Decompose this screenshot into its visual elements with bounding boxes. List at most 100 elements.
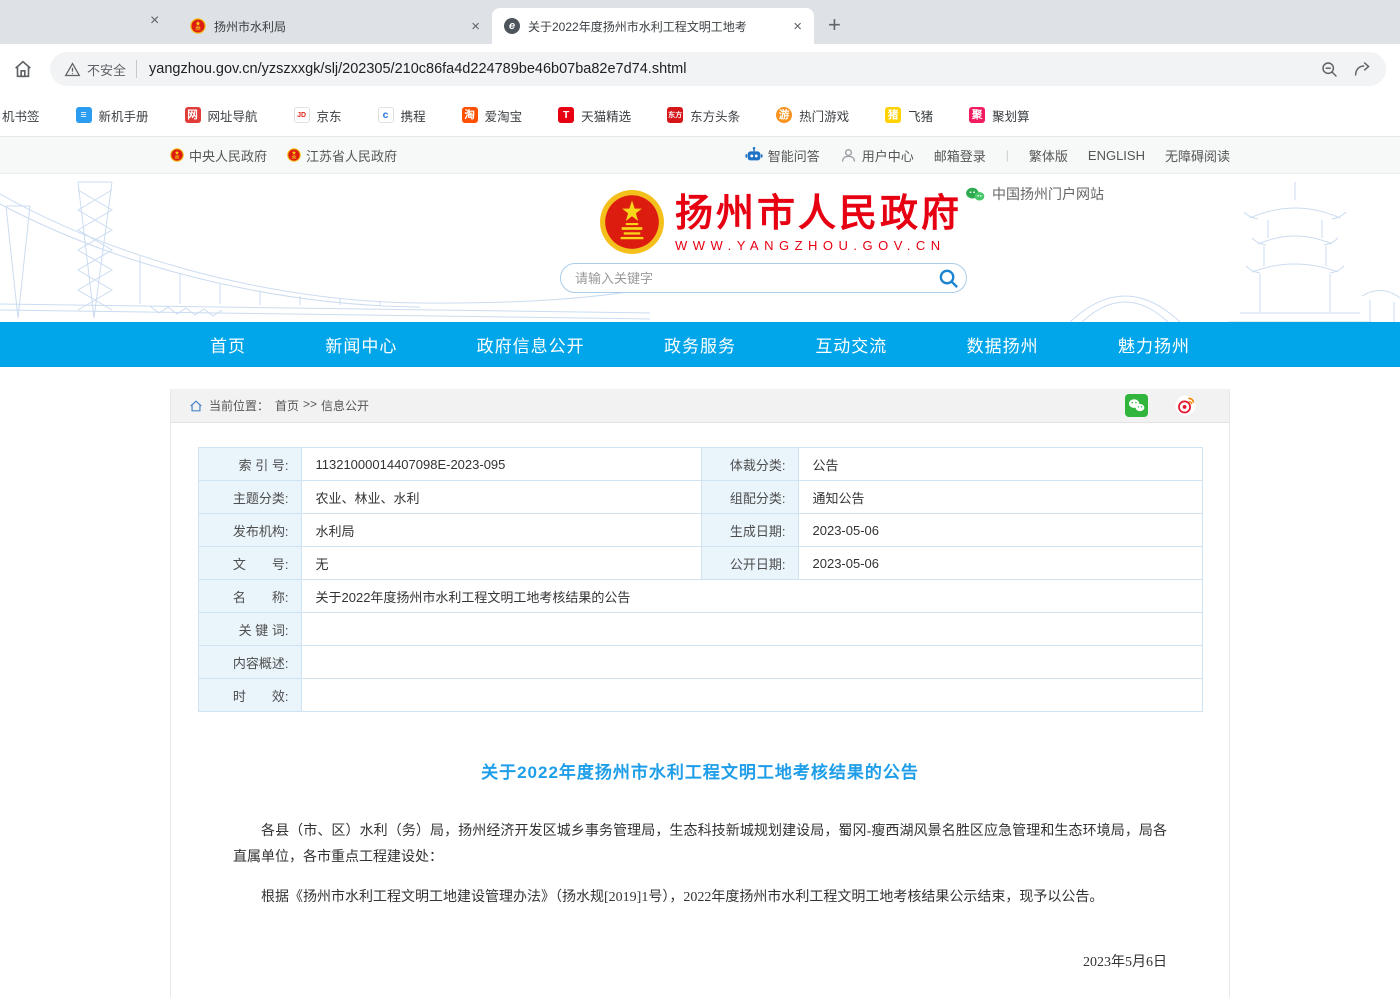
nav-item[interactable]: 政府信息公开 (477, 332, 585, 357)
article-paragraph: 根据《扬州市水利工程文明工地建设管理办法》（扬水规[2019]1号），2022年… (233, 885, 1167, 911)
nav-item[interactable]: 互动交流 (815, 332, 887, 357)
user-icon (840, 147, 857, 164)
site-logo[interactable]: 扬州市人民政府 WWW.YANGZHOU.GOV.CN (599, 189, 962, 255)
not-secure-warning-icon[interactable] (64, 61, 81, 78)
browser-logo-favicon: e (504, 18, 520, 34)
utility-link[interactable]: 邮箱登录 (934, 146, 986, 165)
address-bar: 不安全 yangzhou.gov.cn/yzszxxgk/slj/202305/… (0, 44, 1400, 94)
bookmark-label: 携程 (401, 106, 426, 125)
breadcrumb-links: 首页 >> 信息公开 (275, 397, 369, 414)
tab-title: 关于2022年度扬州市水利工程文明工地考 (528, 18, 783, 35)
tab-strip: × 扬州市水利局 × e 关于2022年度扬州市水利工程文明工地考 × + (0, 0, 1400, 44)
national-emblem-favicon (190, 18, 206, 34)
article-title: 关于2022年度扬州市水利工程文明工地考核结果的公告 (233, 758, 1167, 783)
security-label: 不安全 (87, 60, 126, 79)
nav-item[interactable]: 魅力扬州 (1118, 332, 1190, 357)
utility-link[interactable]: 用户中心 (840, 146, 914, 165)
new-tab-button[interactable]: + (828, 14, 841, 36)
doc-table-body: 索 引 号:11321000014407098E-2023-095体裁分类:公告… (198, 448, 1202, 712)
gov-site-link[interactable]: 中央人民政府 (170, 146, 267, 165)
national-emblem-icon (287, 148, 301, 162)
bookmark-item[interactable]: T天猫精选 (558, 106, 631, 125)
bookmark-label: 京东 (317, 106, 342, 125)
bookmark-item[interactable]: JD京东 (294, 106, 342, 125)
bookmark-favicon: 聚 (969, 107, 985, 123)
doc-field-value: 关于2022年度扬州市水利工程文明工地考核结果的公告 (301, 580, 1202, 613)
portal-tag[interactable]: 中国扬州门户网站 (965, 184, 1104, 204)
table-row: 名 称:关于2022年度扬州市水利工程文明工地考核结果的公告 (198, 580, 1202, 613)
nav-item[interactable]: 数据扬州 (967, 332, 1039, 357)
bookmarks-bar: 机书签 ≡新机手册 网网址导航 JD京东 c携程 淘爱淘宝 T天猫精选 东方东方头条 游热门游戏… (0, 94, 1400, 137)
utility-link-label: 繁体版 (1029, 146, 1068, 165)
breadcrumb-link[interactable]: 信息公开 (321, 397, 369, 414)
weibo-share-icon[interactable] (1174, 394, 1197, 417)
search-icon[interactable] (937, 267, 960, 290)
doc-field-value (301, 679, 1202, 712)
portal-label: 中国扬州门户网站 (992, 184, 1104, 204)
bookmark-item[interactable]: c携程 (378, 106, 426, 125)
bookmark-label: 爱淘宝 (485, 106, 523, 125)
bookmark-item[interactable]: ≡新机手册 (76, 106, 149, 125)
utility-left-links: 中央人民政府 江苏省人民政府 (170, 146, 397, 165)
article-paragraph: 各县（市、区）水利（务）局，扬州经济开发区城乡事务管理局，生态科技新城规划建设局… (233, 819, 1167, 871)
utility-link-label: ENGLISH (1088, 148, 1145, 163)
close-icon[interactable]: × (150, 13, 159, 29)
utility-link-label: 邮箱登录 (934, 146, 986, 165)
breadcrumb-link[interactable]: 首页 (275, 397, 299, 414)
utility-link[interactable]: ENGLISH (1088, 148, 1145, 163)
bookmark-label: 热门游戏 (799, 106, 849, 125)
home-breadcrumb-icon[interactable] (189, 399, 203, 413)
doc-field-value: 11321000014407098E-2023-095 (301, 448, 701, 481)
main-nav: 首页 新闻中心 政府信息公开 政务服务 互动交流 数据扬州 魅力扬州 (0, 322, 1400, 367)
bookmark-label: 天猫精选 (581, 106, 631, 125)
close-icon[interactable]: × (469, 18, 482, 35)
tab-title: 扬州市水利局 (214, 18, 461, 35)
bookmark-label: 聚划算 (992, 106, 1030, 125)
doc-field-label: 生成日期: (701, 514, 798, 547)
nav-item[interactable]: 首页 (210, 332, 246, 357)
utility-link-label: 智能问答 (768, 146, 820, 165)
utility-bar: 中央人民政府 江苏省人民政府 智能问答 用户中心 邮箱登录 | 繁体版 ENGLISH 无障碍… (0, 137, 1400, 174)
table-row: 内容概述: (198, 646, 1202, 679)
bookmark-item[interactable]: 聚聚划算 (969, 106, 1030, 125)
utility-link[interactable]: 繁体版 (1029, 146, 1068, 165)
home-icon[interactable] (12, 58, 34, 80)
browser-tab[interactable]: 扬州市水利局 × (178, 8, 492, 44)
bookmark-label: 机书签 (2, 106, 40, 125)
nav-item[interactable]: 政务服务 (664, 332, 736, 357)
utility-link[interactable]: 无障碍阅读 (1165, 146, 1230, 165)
bookmark-item[interactable]: 游热门游戏 (776, 106, 849, 125)
gov-site-link[interactable]: 江苏省人民政府 (287, 146, 397, 165)
article-date: 2023年5月6日 (233, 951, 1167, 971)
doc-field-value: 农业、林业、水利 (301, 481, 701, 514)
utility-link-label: 用户中心 (862, 146, 914, 165)
bookmark-item[interactable]: 淘爱淘宝 (462, 106, 523, 125)
content-wrapper: 当前位置： 首页 >> 信息公开 索 引 号:11321000014407098… (170, 389, 1230, 997)
table-row: 时 效: (198, 679, 1202, 712)
bookmark-favicon: 猪 (885, 107, 901, 123)
bookmark-item[interactable]: 网网址导航 (185, 106, 258, 125)
url-text[interactable]: yangzhou.gov.cn/yzszxxgk/slj/202305/210c… (149, 61, 1310, 77)
share-icon[interactable] (1353, 60, 1372, 79)
divider: | (1006, 148, 1009, 162)
bookmark-item[interactable]: 机书签 (2, 106, 40, 125)
browser-tab[interactable]: e 关于2022年度扬州市水利工程文明工地考 × (492, 8, 814, 44)
article: 关于2022年度扬州市水利工程文明工地考核结果的公告 各县（市、区）水利（务）局… (171, 758, 1229, 997)
bookmark-favicon: 网 (185, 107, 201, 123)
utility-link[interactable]: 智能问答 (745, 146, 820, 165)
site-search (560, 263, 967, 293)
bookmark-item[interactable]: 猪飞猪 (885, 106, 933, 125)
search-input[interactable] (575, 271, 937, 286)
wechat-share-icon[interactable] (1125, 394, 1148, 417)
doc-field-value (301, 613, 1202, 646)
tabs-container: 扬州市水利局 × e 关于2022年度扬州市水利工程文明工地考 × (178, 8, 814, 44)
bookmark-item[interactable]: 东方东方头条 (667, 106, 740, 125)
zoom-out-icon[interactable] (1320, 60, 1339, 79)
table-row: 关 键 词: (198, 613, 1202, 646)
table-row: 发布机构:水利局生成日期:2023-05-06 (198, 514, 1202, 547)
bookmark-label: 网址导航 (208, 106, 258, 125)
nav-item[interactable]: 新闻中心 (325, 332, 397, 357)
url-input[interactable]: 不安全 yangzhou.gov.cn/yzszxxgk/slj/202305/… (50, 52, 1386, 86)
close-icon[interactable]: × (791, 18, 804, 35)
divider (136, 60, 137, 78)
